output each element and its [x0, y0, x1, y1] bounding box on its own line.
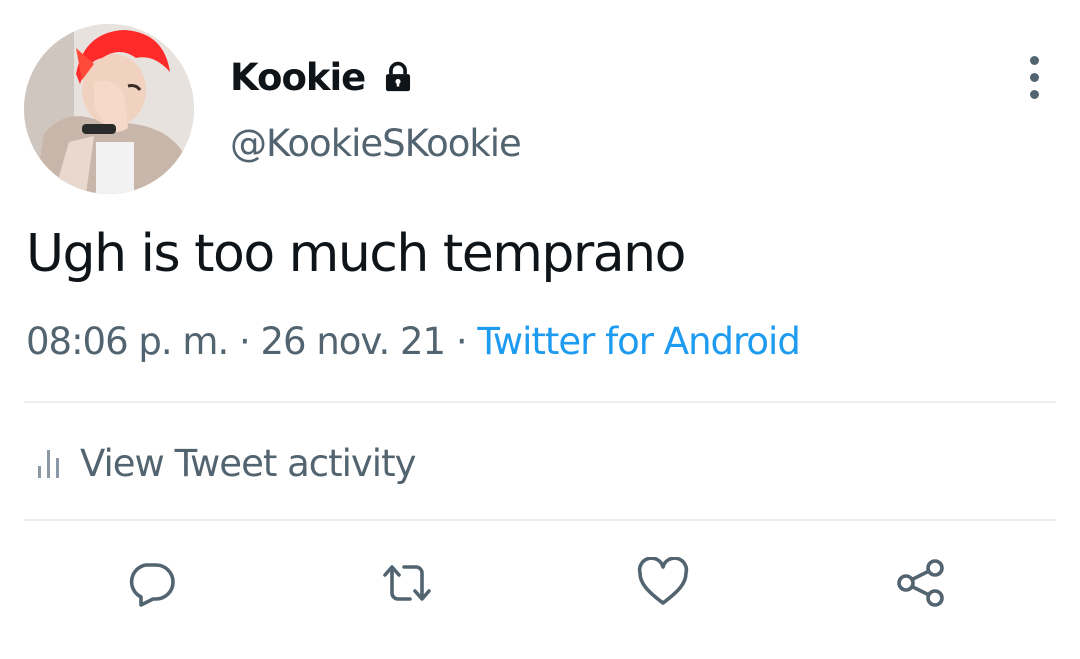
- author-avatar[interactable]: [24, 24, 194, 194]
- view-tweet-activity-label: View Tweet activity: [80, 441, 416, 485]
- reply-icon[interactable]: [126, 557, 178, 609]
- more-dot-icon: [1029, 89, 1039, 99]
- avatar-image: [24, 24, 194, 194]
- divider: [24, 401, 1056, 403]
- more-options-button[interactable]: [1014, 52, 1054, 102]
- author-name-row[interactable]: Kookie: [230, 52, 415, 102]
- more-dot-icon: [1029, 72, 1039, 82]
- tweet-source-link[interactable]: Twitter for Android: [477, 320, 800, 363]
- more-dot-icon: [1029, 55, 1039, 65]
- tweet-metadata: 08:06 p. m. · 26 nov. 21 · Twitter for A…: [26, 320, 801, 363]
- lock-icon: [386, 61, 411, 92]
- tweet-time[interactable]: 08:06 p. m.: [26, 320, 229, 363]
- divider: [24, 519, 1056, 521]
- meta-separator: ·: [238, 320, 251, 363]
- share-icon[interactable]: [895, 557, 947, 609]
- tweet-text: Ugh is too much temprano: [26, 224, 686, 284]
- author-display-name[interactable]: Kookie: [230, 56, 366, 99]
- view-tweet-activity-link[interactable]: View Tweet activity: [36, 438, 416, 488]
- tweet-date[interactable]: 26 nov. 21: [261, 320, 447, 363]
- bar-chart-icon: [38, 450, 59, 478]
- author-handle[interactable]: @KookieSKookie: [230, 122, 522, 165]
- retweet-icon[interactable]: [381, 557, 433, 609]
- like-icon[interactable]: [637, 557, 689, 609]
- meta-separator: ·: [455, 320, 468, 363]
